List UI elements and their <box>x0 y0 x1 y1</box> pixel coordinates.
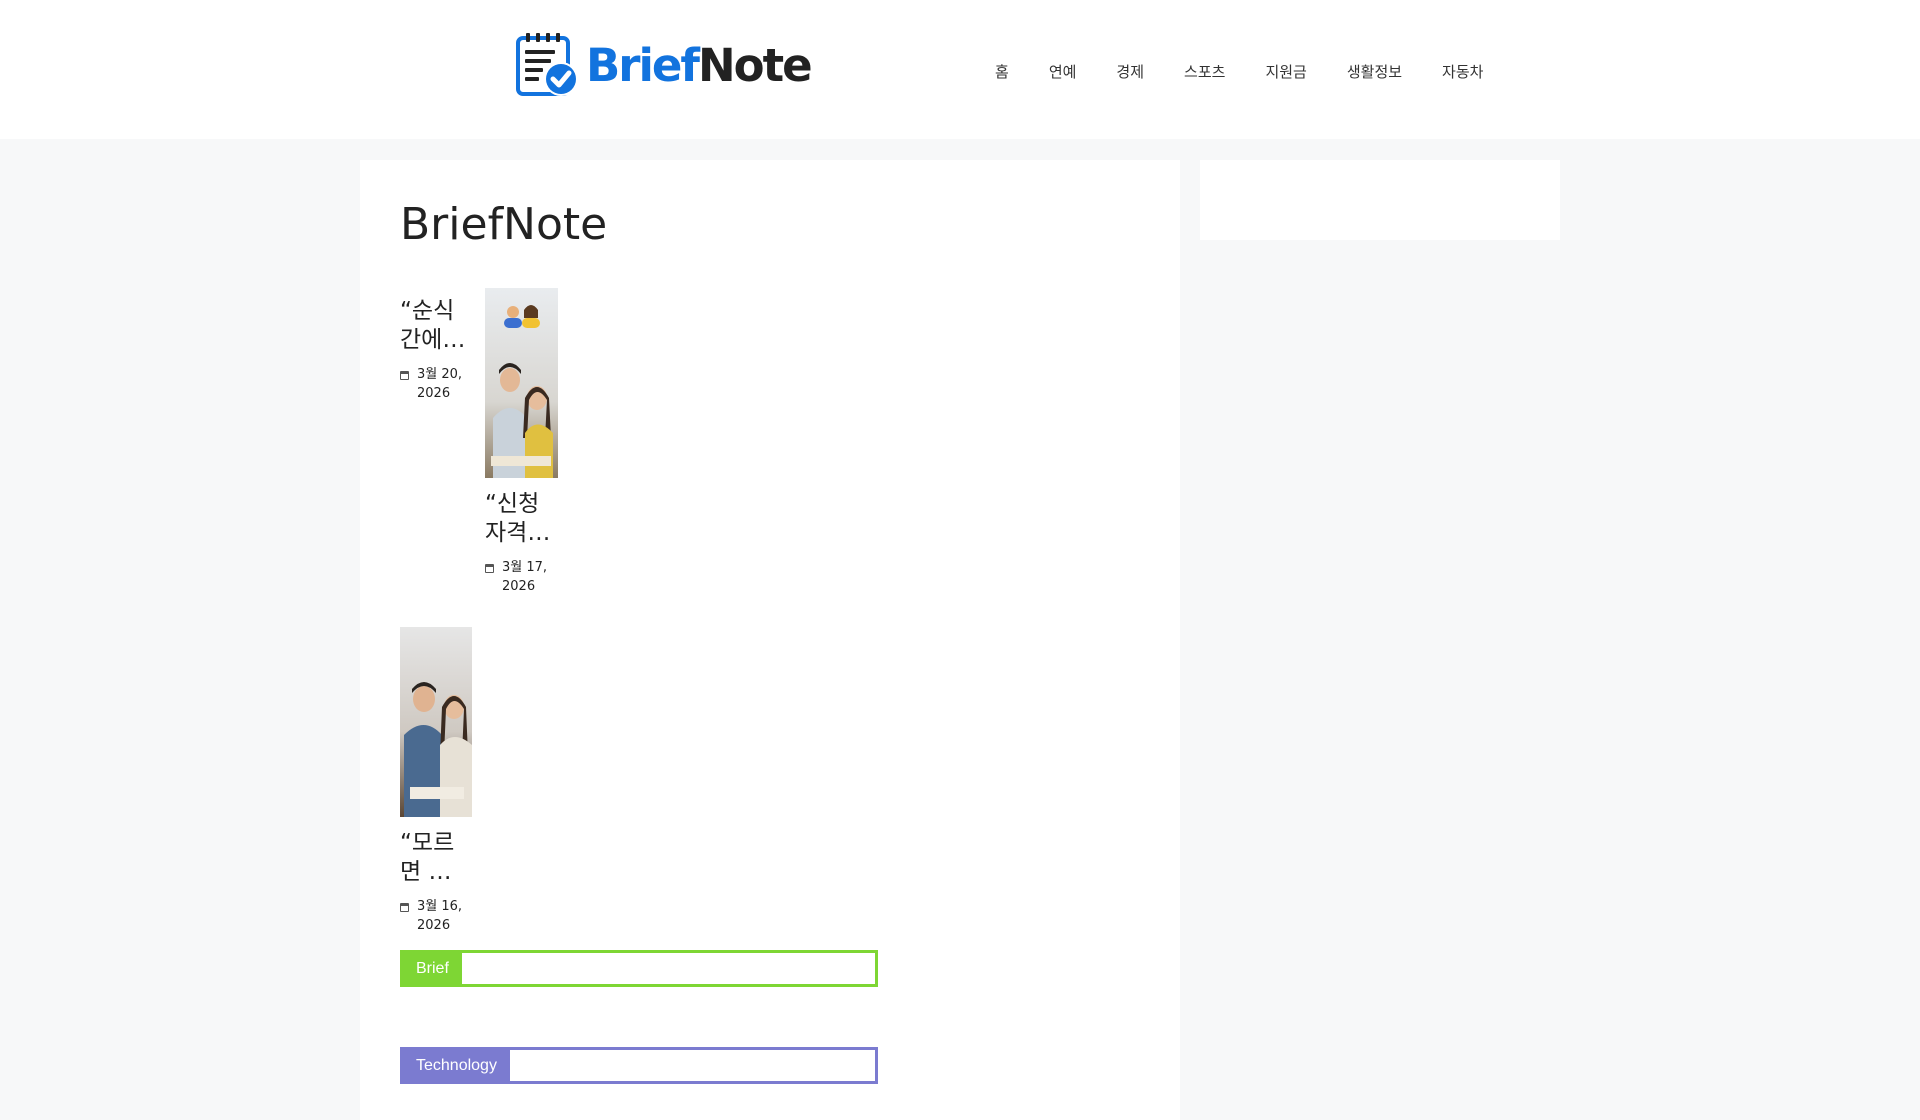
calendar-icon <box>400 903 409 912</box>
post-card: “순식 간에… 3월 20, 2026 <box>400 297 476 403</box>
category-box-brief: Brief <box>400 950 878 987</box>
nav-item-life-info[interactable]: 생활정보 <box>1327 52 1422 92</box>
post-date-line: 2026 <box>502 579 536 594</box>
post-date-line: 3월 17, <box>502 560 548 575</box>
nav-item-sports[interactable]: 스포츠 <box>1164 52 1245 92</box>
post-date-line: 2026 <box>417 386 451 401</box>
nav-item-subsidy[interactable]: 지원금 <box>1245 52 1326 92</box>
post-date: 3월 20, 2026 <box>400 365 476 403</box>
notepad-check-icon <box>516 33 578 96</box>
sidebar-widget <box>1200 160 1560 240</box>
post-date-line: 2026 <box>417 918 451 933</box>
post-title[interactable]: “신청 자격… <box>485 490 561 548</box>
post-title[interactable]: “모르 면 … <box>400 829 476 887</box>
post-date-line: 3월 16, <box>417 899 463 914</box>
couple-photo-icon <box>485 288 558 478</box>
post-date: 3월 17, 2026 <box>485 558 561 596</box>
logo-text-note: Note <box>698 38 813 92</box>
site-logo[interactable]: BriefNote <box>516 30 813 100</box>
category-label-brief[interactable]: Brief <box>403 953 462 984</box>
logo-text-brief: Brief <box>586 38 700 92</box>
post-title-line: “모르 <box>400 830 455 856</box>
post-title-line: 면 … <box>400 859 452 885</box>
post-card: “신청 자격… 3월 17, 2026 <box>485 288 561 596</box>
post-title-line: “순식 <box>400 298 455 324</box>
post-thumbnail[interactable] <box>400 627 472 817</box>
nav-item-economy[interactable]: 경제 <box>1096 52 1164 92</box>
calendar-icon <box>400 371 409 380</box>
post-title[interactable]: “순식 간에… <box>400 297 476 355</box>
post-title-line: 자격… <box>485 520 551 546</box>
post-date-text: 3월 20, 2026 <box>417 365 462 403</box>
calendar-icon <box>485 564 494 573</box>
couple-photo-icon <box>400 627 472 817</box>
page-title: BriefNote <box>400 199 608 250</box>
post-date-line: 3월 20, <box>417 367 463 382</box>
site-header: BriefNote 홈 연예 경제 스포츠 지원금 생활정보 자동차 <box>0 0 1920 139</box>
category-label-technology[interactable]: Technology <box>403 1050 510 1081</box>
post-date-text: 3월 17, 2026 <box>502 558 547 596</box>
logo-text: BriefNote <box>586 43 813 88</box>
nav-item-entertainment[interactable]: 연예 <box>1029 52 1097 92</box>
post-card: “모르 면 … 3월 16, 2026 <box>400 627 476 935</box>
post-date-text: 3월 16, 2026 <box>417 897 462 935</box>
nav-item-cars[interactable]: 자동차 <box>1422 52 1503 92</box>
main-nav: 홈 연예 경제 스포츠 지원금 생활정보 자동차 <box>975 52 1503 92</box>
post-thumbnail[interactable] <box>485 288 558 478</box>
post-title-line: “신청 <box>485 491 540 517</box>
nav-item-home[interactable]: 홈 <box>975 52 1029 92</box>
category-box-technology: Technology <box>400 1047 878 1084</box>
post-date: 3월 16, 2026 <box>400 897 476 935</box>
post-title-line: 간에… <box>400 327 466 353</box>
